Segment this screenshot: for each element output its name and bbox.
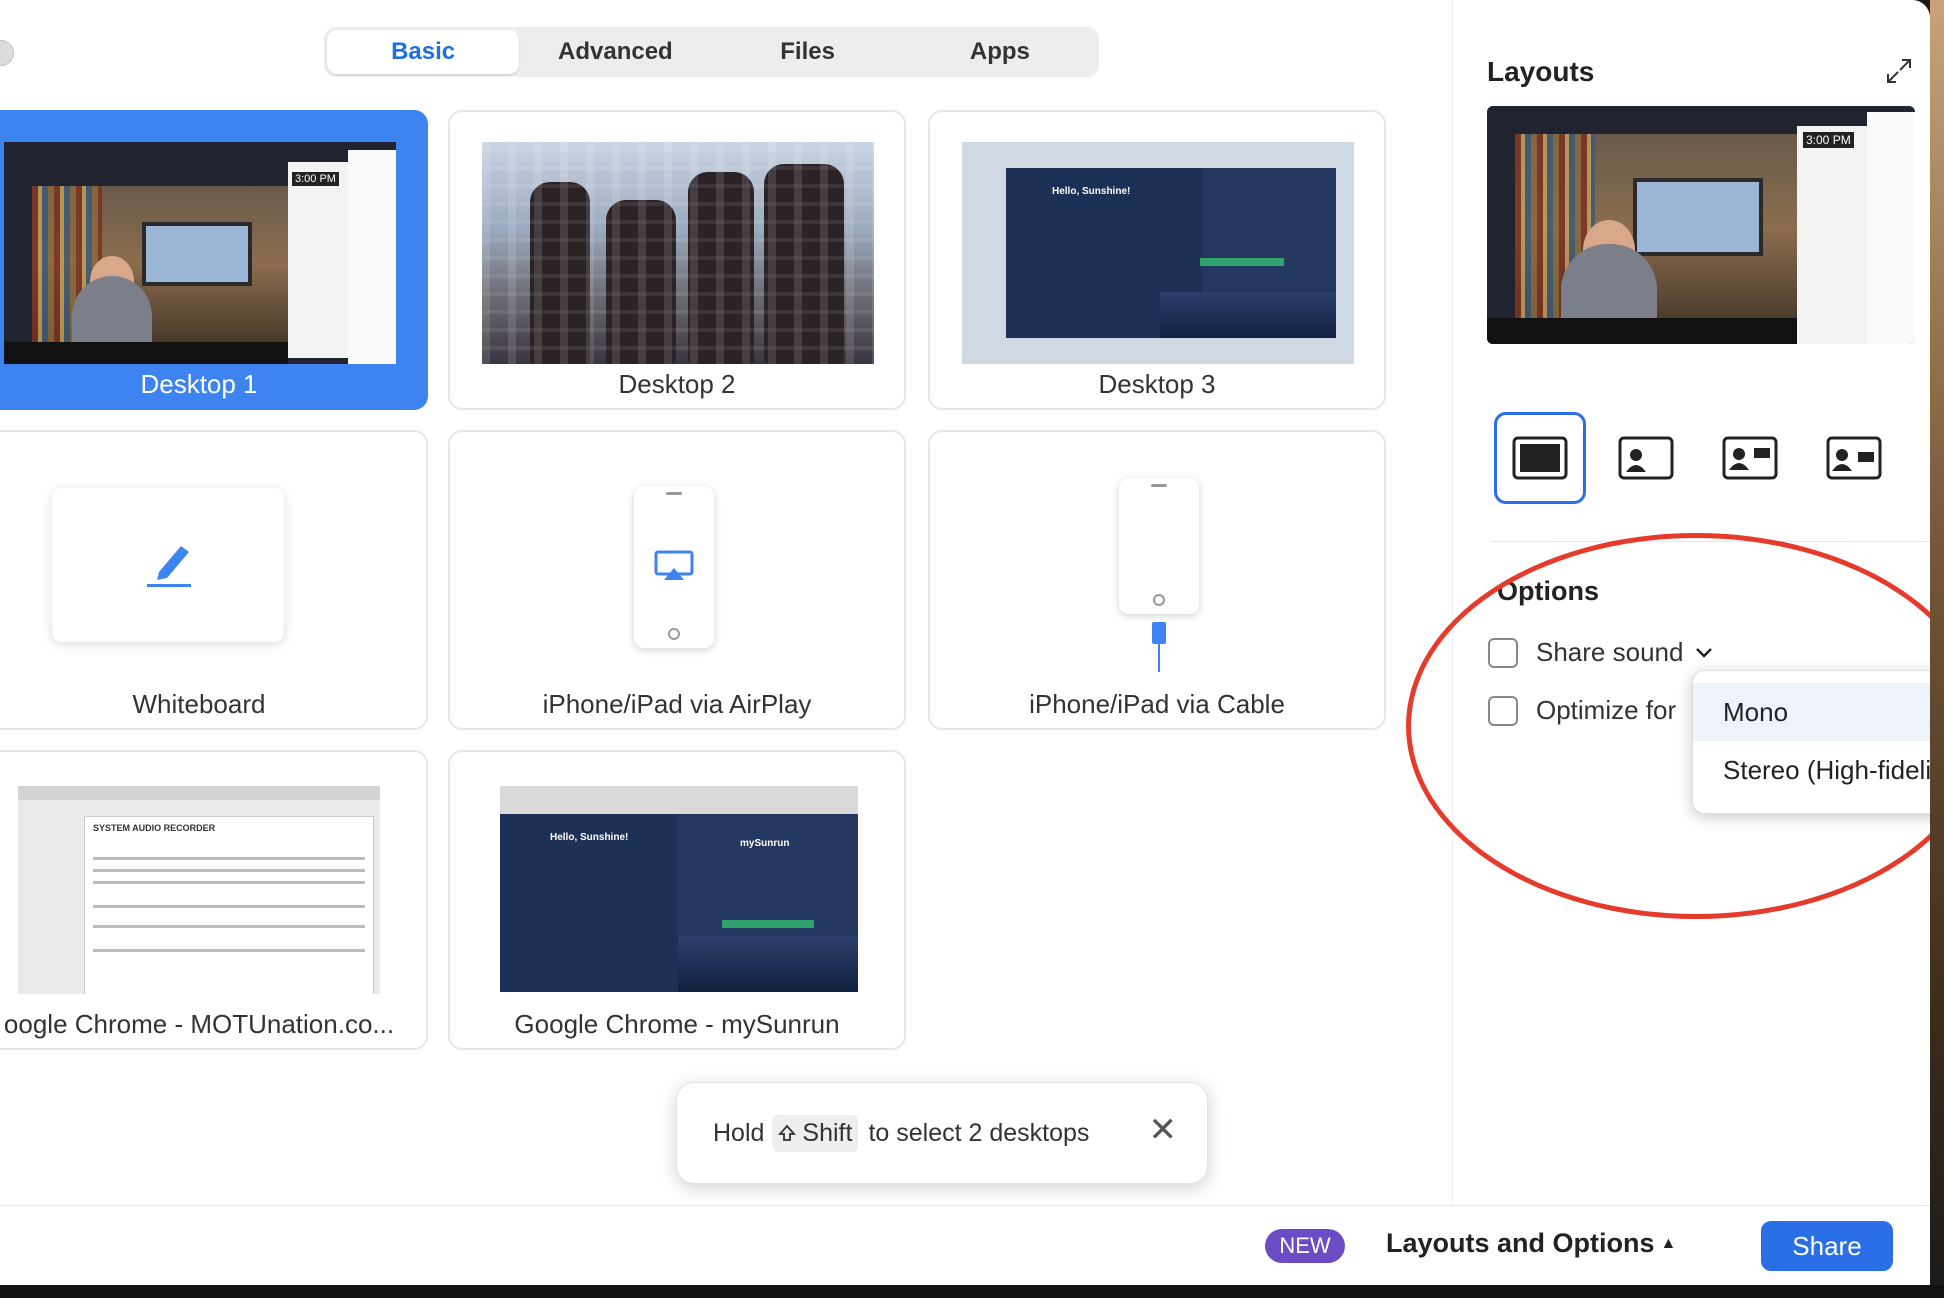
dropdown-option-stereo[interactable]: Stereo (High-fideli [1693, 741, 1930, 799]
share-screen-window: Basic Advanced Files Apps 3:00 PM Deskto… [0, 0, 1930, 1285]
layout-preview: 3:00 PM [1487, 106, 1915, 344]
options-title: Options [1497, 576, 1599, 606]
cable-wire [1158, 642, 1160, 672]
dropdown-option-mono[interactable]: Mono [1693, 683, 1930, 741]
phone-mock [634, 486, 714, 648]
tile-desktop-2[interactable]: Desktop 2 [448, 110, 906, 410]
tile-label: iPhone/iPad via Cable [1029, 689, 1285, 719]
optimize-checkbox[interactable] [1488, 695, 1518, 726]
tile-label: iPhone/iPad via AirPlay [542, 689, 812, 719]
tile-label: oogle Chrome - MOTUnation.co... [3, 1009, 395, 1039]
standout-icon [1826, 436, 1882, 480]
tile-iphone-airplay[interactable]: iPhone/iPad via AirPlay [448, 430, 906, 730]
layouts-title: Layouts [1487, 56, 1595, 87]
tile-desktop-1[interactable]: 3:00 PM Desktop 1 [0, 110, 428, 410]
share-sound-row: Share sound [1488, 637, 1713, 668]
side-by-side-icon [1722, 436, 1778, 480]
new-badge: NEW [1265, 1229, 1345, 1263]
layout-screen-only[interactable] [1494, 412, 1586, 504]
window-control-dot[interactable] [0, 40, 14, 66]
toast-rest-text: to select 2 desktops [868, 1118, 1090, 1147]
background-edge [0, 1285, 1944, 1298]
chevron-down-icon[interactable] [1695, 647, 1713, 659]
close-icon[interactable]: ✕ [1149, 1113, 1178, 1147]
shift-arrow-icon [778, 1124, 797, 1141]
mysunrun-thumbnail: Hello, Sunshine! mySunrun [500, 786, 858, 992]
clock-text: 3:00 PM [292, 172, 339, 186]
shift-key-hint: Shift [772, 1114, 859, 1152]
video-feed [32, 186, 288, 358]
tile-label: Desktop 1 [140, 369, 258, 399]
whiteboard-card [52, 488, 284, 642]
tile-whiteboard[interactable]: Whiteboard [0, 430, 428, 730]
optimize-label: Optimize for [1536, 695, 1677, 725]
share-button[interactable]: Share [1761, 1221, 1893, 1271]
tile-label: Desktop 3 [1098, 369, 1216, 399]
tab-bar: Basic Advanced Files Apps [324, 27, 1099, 77]
toast-hold-text: Hold [713, 1118, 765, 1147]
optimize-row: Optimize for [1488, 695, 1676, 726]
tab-advanced[interactable]: Advanced [519, 30, 711, 74]
share-sound-label: Share sound [1536, 637, 1684, 667]
background-edge [1930, 0, 1944, 1298]
tile-label: Desktop 2 [618, 369, 736, 399]
layouts-and-options-toggle[interactable]: Layouts and Options ▲ [1386, 1228, 1676, 1259]
shift-hint-toast: Hold Shift to select 2 desktops ✕ [676, 1082, 1208, 1184]
share-sound-checkbox[interactable] [1488, 637, 1518, 668]
tile-label: Whiteboard [132, 689, 266, 719]
layout-picture-in-picture[interactable] [1600, 412, 1692, 504]
phone-mock [1119, 478, 1199, 614]
layouts-toggle-label: Layouts and Options [1386, 1228, 1655, 1258]
tile-desktop-3[interactable]: Hello, Sunshine! Desktop 3 [928, 110, 1386, 410]
motunation-thumbnail: SYSTEM AUDIO RECORDER [18, 786, 380, 994]
desktop-1-thumbnail: 3:00 PM [4, 142, 396, 364]
options-divider [1490, 541, 1930, 542]
layout-side-by-side[interactable] [1704, 412, 1796, 504]
picture-in-picture-icon [1618, 436, 1674, 480]
bottom-divider [0, 1205, 1930, 1206]
tab-basic[interactable]: Basic [327, 30, 520, 74]
tile-label: Google Chrome - mySunrun [514, 1009, 840, 1039]
tile-chrome-mysunrun[interactable]: Hello, Sunshine! mySunrun Google Chrome … [448, 750, 906, 1050]
desktop-2-thumbnail [482, 142, 874, 364]
airplay-icon [654, 550, 694, 580]
tab-apps[interactable]: Apps [904, 30, 1096, 74]
shift-key-label: Shift [802, 1118, 853, 1147]
layout-standout[interactable] [1808, 412, 1900, 504]
cable-icon [1152, 622, 1166, 644]
expand-icon[interactable] [1884, 56, 1914, 86]
sound-mode-dropdown: Mono Stereo (High-fideli [1692, 670, 1930, 814]
caret-up-icon: ▲ [1660, 1235, 1677, 1252]
tile-chrome-motunation[interactable]: SYSTEM AUDIO RECORDER oogle Chrome - MOT… [0, 750, 428, 1050]
tile-iphone-cable[interactable]: iPhone/iPad via Cable [928, 430, 1386, 730]
tab-files[interactable]: Files [712, 30, 904, 74]
desktop-3-thumbnail: Hello, Sunshine! [962, 142, 1354, 364]
pen-icon [147, 546, 191, 587]
screen-only-icon [1512, 436, 1568, 480]
